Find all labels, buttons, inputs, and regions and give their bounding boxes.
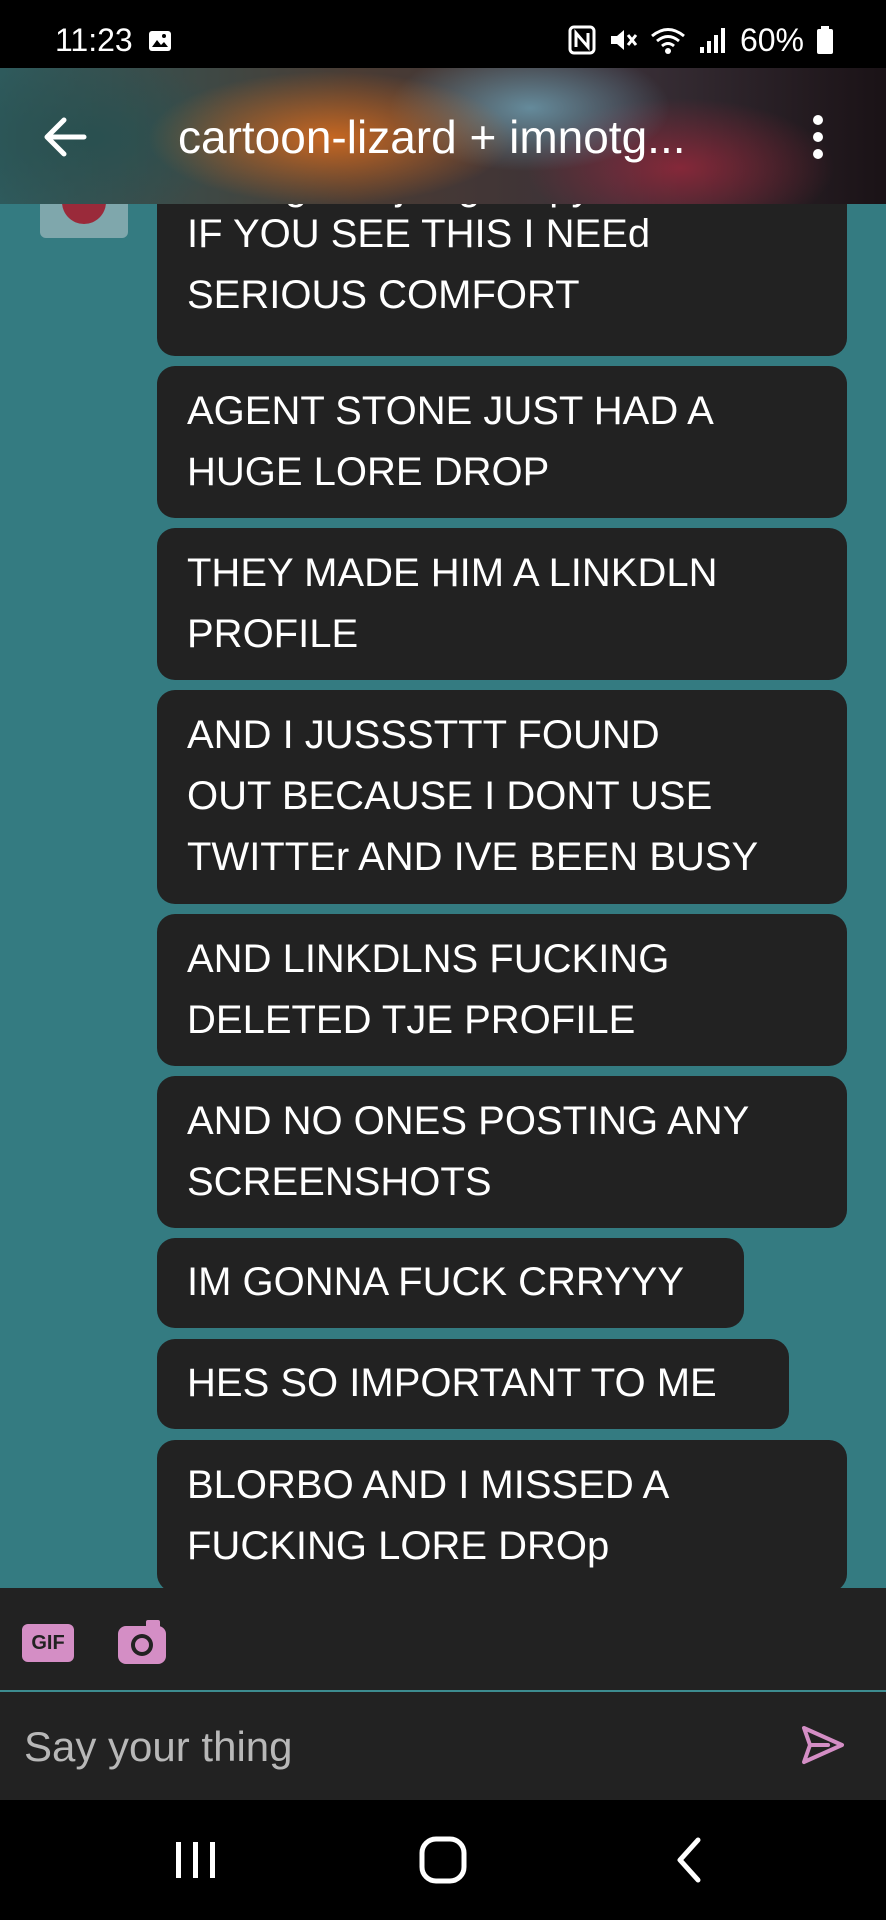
wifi-icon	[651, 28, 685, 54]
message-bubble[interactable]: HES SO IMPORTANT TO ME	[157, 1339, 789, 1429]
message-bubble[interactable]: IM GONNA FUCK CRRYYY	[157, 1238, 744, 1328]
gif-button[interactable]: GIF	[22, 1624, 74, 1662]
message-list[interactable]: imnotgrimmjustgrumpy/rea... IF YOU SEE T…	[0, 204, 886, 1588]
message-sender-line: imnotgrimmjustgrumpy/rea...	[187, 204, 694, 217]
avatar[interactable]	[40, 204, 128, 238]
message-line: SCREENSHOTS	[187, 1160, 492, 1204]
message-bubble[interactable]: BLORBO AND I MISSED A FUCKING LORE DROp	[157, 1440, 847, 1588]
message-bubble[interactable]: THEY MADE HIM A LINKDLN PROFILE	[157, 528, 847, 680]
message-line: AGENT STONE JUST HAD A	[187, 389, 714, 433]
system-nav-bar	[0, 1800, 886, 1920]
battery-percent: 60%	[739, 21, 804, 58]
message-bubble[interactable]: AGENT STONE JUST HAD A HUGE LORE DROP	[157, 366, 847, 518]
message-composer	[0, 1692, 886, 1800]
message-line: HUGE LORE DROP	[187, 450, 550, 494]
more-vertical-icon[interactable]	[800, 112, 836, 162]
image-icon	[149, 31, 171, 51]
message-line: AND I JUSSSTTT FOUND	[187, 713, 660, 757]
message-line: TWITTEr AND IVE BEEN BUSY	[187, 835, 759, 879]
message-line: PROFILE	[187, 612, 359, 656]
arrow-left-icon[interactable]	[40, 112, 96, 162]
message-line: HES SO IMPORTANT TO ME	[187, 1361, 717, 1405]
message-line: DELETED TJE PROFILE	[187, 998, 636, 1042]
message-bubble[interactable]: imnotgrimmjustgrumpy/rea... IF YOU SEE T…	[157, 204, 847, 356]
battery-icon	[817, 26, 833, 54]
status-icons: 60%	[568, 22, 834, 58]
message-line: AND LINKDLNS FUCKING	[187, 937, 670, 981]
attachment-toolbar: GIF	[0, 1588, 886, 1692]
message-line: OUT BECAUSE I DONT USE	[187, 774, 713, 818]
message-line: IM GONNA FUCK CRRYYY	[187, 1260, 685, 1304]
message-bubble[interactable]: AND I JUSSSTTT FOUND OUT BECAUSE I DONT …	[157, 690, 847, 904]
message-line: AND NO ONES POSTING ANY	[187, 1099, 750, 1143]
message-input[interactable]	[22, 1716, 766, 1778]
send-icon[interactable]	[800, 1722, 846, 1768]
nfc-icon	[568, 25, 596, 55]
recents-icon[interactable]	[166, 1834, 226, 1886]
mute-icon	[610, 30, 638, 50]
home-icon[interactable]	[413, 1834, 473, 1886]
status-bar: 11:23 60%	[0, 0, 886, 70]
message-line: SERIOUS COMFORT	[187, 273, 580, 317]
signal-icon	[699, 28, 725, 53]
message-bubble[interactable]: AND LINKDLNS FUCKING DELETED TJE PROFILE	[157, 914, 847, 1066]
conversation-title[interactable]: cartoon-lizard + imnotg...	[178, 110, 686, 164]
message-line: FUCKING LORE DROp	[187, 1524, 610, 1568]
message-line: THEY MADE HIM A LINKDLN	[187, 551, 718, 595]
status-time: 11:23	[55, 22, 133, 58]
chat-header: cartoon-lizard + imnotg...	[0, 68, 886, 204]
camera-icon[interactable]	[116, 1618, 168, 1666]
message-bubble[interactable]: AND NO ONES POSTING ANY SCREENSHOTS	[157, 1076, 847, 1228]
message-line: BLORBO AND I MISSED A	[187, 1463, 670, 1507]
back-icon[interactable]	[660, 1834, 720, 1886]
